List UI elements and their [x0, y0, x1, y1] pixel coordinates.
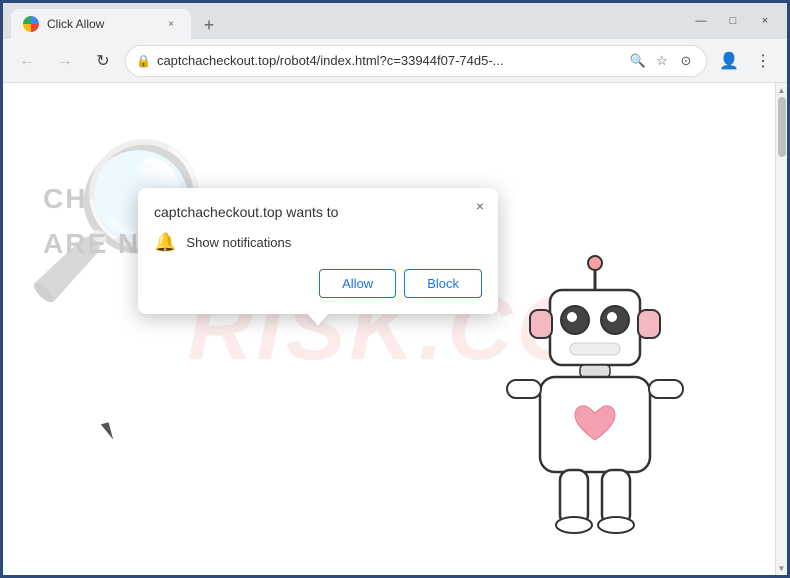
- scroll-thumb[interactable]: [778, 97, 786, 157]
- allow-button[interactable]: Allow: [319, 269, 396, 298]
- back-button[interactable]: ←: [11, 45, 43, 77]
- popup-close-button[interactable]: ×: [470, 196, 490, 216]
- security-lock-icon: 🔒: [136, 54, 151, 68]
- minimize-button[interactable]: —: [687, 11, 715, 31]
- active-tab[interactable]: Click Allow ×: [11, 9, 191, 39]
- tab-favicon: [23, 16, 39, 32]
- bell-icon: 🔔: [154, 232, 176, 253]
- popup-title: captchacheckout.top wants to: [154, 204, 482, 220]
- scroll-up-button[interactable]: ▲: [777, 85, 787, 95]
- address-bar[interactable]: 🔒 captchacheckout.top/robot4/index.html?…: [125, 45, 707, 77]
- toolbar-right: 👤 ⋮: [713, 45, 779, 77]
- profile-download-icon[interactable]: ⊙: [676, 51, 696, 71]
- popup-notification-row: 🔔 Show notifications: [154, 232, 482, 253]
- popup-notification-text: Show notifications: [186, 235, 291, 250]
- toolbar: ← → ↻ 🔒 captchacheckout.top/robot4/index…: [3, 39, 787, 83]
- content-area: RISK.CO 🔍 CH ARE NOT A ROBOT.: [3, 83, 787, 575]
- mouse-cursor: [101, 422, 113, 441]
- scroll-down-button[interactable]: ▼: [777, 563, 787, 573]
- robot-illustration: [495, 255, 715, 555]
- browser-window: Click Allow × + — □ × ← → ↻ 🔒 captchache…: [3, 3, 787, 575]
- bookmark-icon[interactable]: ☆: [652, 51, 672, 71]
- close-button[interactable]: ×: [751, 11, 779, 31]
- title-bar: Click Allow × + — □ ×: [3, 3, 787, 39]
- new-tab-button[interactable]: +: [195, 11, 223, 39]
- scroll-track[interactable]: [778, 97, 786, 561]
- search-icon[interactable]: 🔍: [628, 51, 648, 71]
- block-button[interactable]: Block: [404, 269, 482, 298]
- reload-button[interactable]: ↻: [87, 45, 119, 77]
- popup-tail: [308, 314, 328, 326]
- maximize-button[interactable]: □: [719, 11, 747, 31]
- menu-icon[interactable]: ⋮: [747, 45, 779, 77]
- url-text: captchacheckout.top/robot4/index.html?c=…: [157, 53, 622, 68]
- address-icons: 🔍 ☆ ⊙: [628, 51, 696, 71]
- notification-popup: × captchacheckout.top wants to 🔔 Show no…: [138, 188, 498, 314]
- tab-strip: Click Allow × +: [11, 3, 687, 39]
- forward-button[interactable]: →: [49, 45, 81, 77]
- window-controls: — □ ×: [687, 11, 779, 31]
- tab-title: Click Allow: [47, 17, 155, 31]
- tab-close-button[interactable]: ×: [163, 16, 179, 32]
- account-icon[interactable]: 👤: [713, 45, 745, 77]
- captcha-text-1: CH: [43, 183, 87, 215]
- scrollbar[interactable]: ▲ ▼: [775, 83, 787, 575]
- popup-buttons: Allow Block: [154, 269, 482, 298]
- page-content: RISK.CO 🔍 CH ARE NOT A ROBOT.: [3, 83, 775, 575]
